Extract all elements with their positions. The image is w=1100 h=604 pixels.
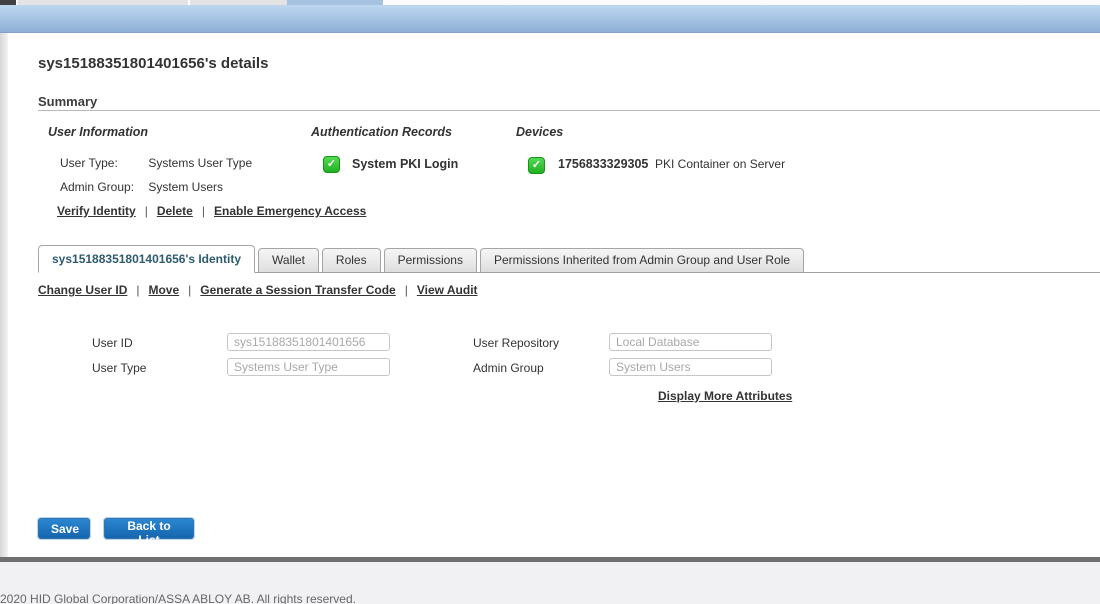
- app-header-bar: [0, 5, 1100, 33]
- summary-divider: [38, 110, 1100, 111]
- green-check-icon: ✓: [323, 156, 340, 173]
- view-audit-link[interactable]: View Audit: [417, 283, 478, 297]
- summary-action-links: Verify Identity | Delete | Enable Emergency …: [57, 204, 366, 218]
- device-type: PKI Container on Server: [655, 157, 785, 171]
- user-type-label: User Type: [92, 361, 146, 375]
- user-type-field[interactable]: [227, 358, 390, 376]
- identity-action-links: Change User ID | Move | Generate a Session T…: [38, 283, 478, 297]
- detail-tab-bar: sys15188351801401656's Identity Wallet R…: [38, 245, 1100, 273]
- tab-identity[interactable]: sys15188351801401656's Identity: [38, 245, 255, 273]
- page-title: sys15188351801401656's details: [38, 55, 268, 72]
- change-user-id-link[interactable]: Change User ID: [38, 283, 127, 297]
- collapsed-sidebar-strip[interactable]: [0, 33, 8, 557]
- tab-inherited-permissions[interactable]: Permissions Inherited from Admin Group a…: [480, 248, 804, 272]
- summary-heading: Summary: [38, 94, 97, 109]
- devices-heading: Devices: [516, 125, 563, 139]
- user-id-label: User ID: [92, 336, 133, 350]
- link-separator: |: [145, 204, 148, 218]
- user-information-heading: User Information: [48, 125, 148, 139]
- summary-admin-group-value: System Users: [148, 180, 223, 194]
- summary-user-type-row: User Type: Systems User Type: [60, 156, 252, 170]
- tab-permissions[interactable]: Permissions: [384, 248, 477, 272]
- user-repository-field[interactable]: [609, 333, 772, 351]
- tab-wallet[interactable]: Wallet: [258, 248, 319, 272]
- link-separator: |: [202, 204, 205, 218]
- move-link[interactable]: Move: [148, 283, 179, 297]
- summary-admin-group-row: Admin Group: System Users: [60, 180, 223, 194]
- summary-user-type-label: User Type:: [60, 156, 145, 170]
- user-repository-label: User Repository: [473, 336, 559, 350]
- link-separator: |: [136, 283, 139, 297]
- summary-user-type-value: Systems User Type: [148, 156, 252, 170]
- generate-session-transfer-code-link[interactable]: Generate a Session Transfer Code: [200, 283, 395, 297]
- verify-identity-link[interactable]: Verify Identity: [57, 204, 136, 218]
- copyright-text: 2020 HID Global Corporation/ASSA ABLOY A…: [0, 592, 356, 604]
- green-check-icon: ✓: [528, 157, 545, 174]
- tab-roles[interactable]: Roles: [322, 248, 381, 272]
- user-details-page: sys15188351801401656's details Summary U…: [0, 0, 1100, 604]
- display-more-attributes-link[interactable]: Display More Attributes: [658, 389, 792, 403]
- user-id-field[interactable]: [227, 333, 390, 351]
- device-id: 1756833329305: [558, 157, 648, 171]
- save-button[interactable]: Save: [38, 518, 90, 539]
- footer: 2020 HID Global Corporation/ASSA ABLOY A…: [0, 562, 1100, 604]
- summary-admin-group-label: Admin Group:: [60, 180, 145, 194]
- admin-group-field[interactable]: [609, 358, 772, 376]
- delete-link[interactable]: Delete: [157, 204, 193, 218]
- link-separator: |: [188, 283, 191, 297]
- admin-group-label: Admin Group: [473, 361, 544, 375]
- enable-emergency-access-link[interactable]: Enable Emergency Access: [214, 204, 366, 218]
- back-to-list-button[interactable]: Back to List: [104, 518, 194, 539]
- auth-record-label: System PKI Login: [352, 157, 458, 171]
- link-separator: |: [405, 283, 408, 297]
- authentication-records-heading: Authentication Records: [311, 125, 452, 139]
